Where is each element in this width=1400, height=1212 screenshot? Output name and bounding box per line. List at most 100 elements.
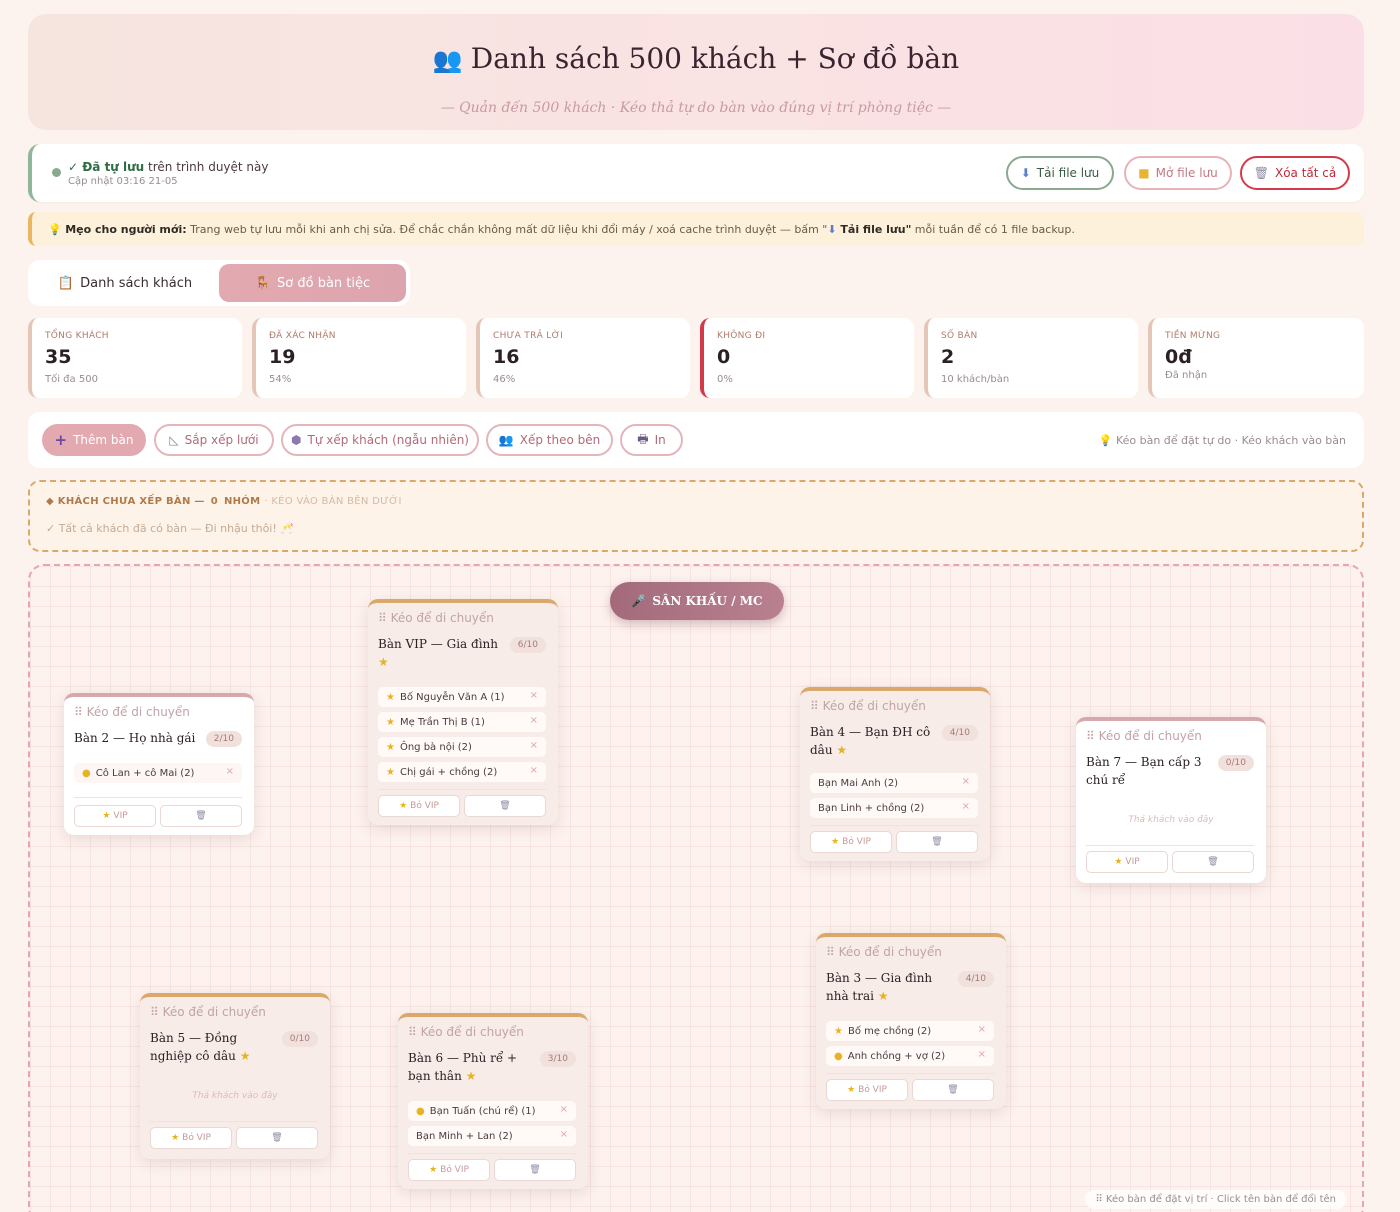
vip-toggle-button[interactable]: ★ Bỏ VIP: [826, 1079, 908, 1101]
autosave-time: Cập nhật 03:16 21-05: [68, 176, 178, 187]
divider: [378, 789, 546, 790]
divider: [408, 1153, 576, 1154]
table-card-ban-7[interactable]: ⠿ Kéo để di chuyển Bàn 7 — Bạn cấp 3 chú…: [1076, 717, 1266, 883]
delete-table-button[interactable]: 🗑: [912, 1079, 994, 1101]
delete-table-button[interactable]: 🗑: [464, 795, 546, 817]
vip-toggle-button[interactable]: ★ Bỏ VIP: [810, 831, 892, 853]
drag-handle[interactable]: ⠿ Kéo để di chuyển: [150, 1005, 266, 1019]
vip-toggle-button[interactable]: ★ VIP: [1086, 851, 1168, 873]
drag-handle[interactable]: ⠿ Kéo để di chuyển: [1086, 729, 1202, 743]
table-card-ban-5[interactable]: ⠿ Kéo để di chuyển Bàn 5 — Đồng nghiệp c…: [140, 993, 330, 1159]
tab-guest-list[interactable]: 📋 Danh sách khách: [32, 264, 218, 302]
clear-all-button[interactable]: 🗑 Xóa tất cả: [1240, 156, 1350, 190]
open-save-button[interactable]: ■ Mở file lưu: [1124, 156, 1232, 190]
star-icon: ★: [239, 1049, 251, 1063]
table-actions: ★ Bỏ VIP 🗑: [408, 1159, 576, 1181]
drag-handle[interactable]: ⠿ Kéo để di chuyển: [378, 611, 494, 625]
drag-handle[interactable]: ⠿ Kéo để di chuyển: [810, 699, 926, 713]
remove-guest-icon[interactable]: ×: [530, 765, 538, 776]
star-icon: ★: [831, 837, 840, 847]
seat-by-side-button[interactable]: 👥 Xếp theo bên: [486, 424, 613, 456]
guest-item[interactable]: Bạn Linh + chồng (2) ×: [810, 798, 978, 818]
star-icon: ★: [836, 743, 848, 757]
print-button[interactable]: 🖶 In: [620, 424, 683, 456]
guest-item[interactable]: ★ Bố mẹ chồng (2) ×: [826, 1021, 994, 1041]
table-name[interactable]: Bàn 6 — Phù rể + bạn thân ★: [408, 1049, 536, 1085]
table-name[interactable]: Bàn VIP — Gia đình ★: [378, 635, 506, 671]
star-icon: ★: [1114, 857, 1123, 867]
floor-plan[interactable]: 🎤 SÂN KHẤU / MC ⠿ Kéo để di chuyển Bàn 2 …: [28, 564, 1364, 1212]
table-card-ban-6[interactable]: ⠿ Kéo để di chuyển Bàn 6 — Phù rể + bạn …: [398, 1013, 588, 1189]
guest-item[interactable]: ● Anh chồng + vợ (2) ×: [826, 1046, 994, 1066]
stage-marker[interactable]: 🎤 SÂN KHẤU / MC: [610, 582, 784, 620]
delete-table-button[interactable]: 🗑: [1172, 851, 1254, 873]
autosave-status: ✓ Đã tự lưu trên trình duyệt này: [68, 160, 269, 174]
grid-arrange-button[interactable]: ◺ Sắp xếp lưới: [154, 424, 274, 456]
table-card-ban-vip[interactable]: ⠿ Kéo để di chuyển Bàn VIP — Gia đình ★ …: [368, 599, 558, 825]
folder-icon: ■: [1138, 166, 1150, 180]
remove-guest-icon[interactable]: ×: [962, 801, 970, 812]
remove-guest-icon[interactable]: ×: [978, 1024, 986, 1035]
guest-item[interactable]: Bạn Minh + Lan (2) ×: [408, 1126, 576, 1146]
vip-toggle-button[interactable]: ★ Bỏ VIP: [150, 1127, 232, 1149]
table-count-badge: 3/10: [539, 1051, 576, 1067]
remove-guest-icon[interactable]: ×: [530, 690, 538, 701]
delete-table-button[interactable]: 🗑: [494, 1159, 576, 1181]
guest-item[interactable]: Bạn Mai Anh (2) ×: [810, 773, 978, 793]
download-save-button[interactable]: ⬇ Tải file lưu: [1006, 156, 1114, 190]
drop-zone-empty[interactable]: Thả khách vào đây: [140, 1091, 330, 1101]
delete-table-button[interactable]: 🗑: [236, 1127, 318, 1149]
table-name[interactable]: Bàn 2 — Họ nhà gái: [74, 729, 202, 747]
drag-handle[interactable]: ⠿ Kéo để di chuyển: [74, 705, 190, 719]
table-actions: ★ VIP 🗑: [1086, 851, 1254, 873]
stat-declined: KHÔNG ĐI 0 0%: [700, 318, 914, 398]
tab-seating-chart[interactable]: 🪑 Sơ đồ bàn tiệc: [219, 264, 406, 302]
delete-table-button[interactable]: 🗑: [160, 805, 242, 827]
remove-guest-icon[interactable]: ×: [530, 715, 538, 726]
guest-item[interactable]: ● Bạn Tuấn (chú rể) (1) ×: [408, 1101, 576, 1121]
vip-toggle-button[interactable]: ★ VIP: [74, 805, 156, 827]
remove-guest-icon[interactable]: ×: [962, 776, 970, 787]
drag-handle[interactable]: ⠿ Kéo để di chuyển: [826, 945, 942, 959]
guest-list: ★ Bố mẹ chồng (2) × ● Anh chồng + vợ (2) ×: [826, 1021, 994, 1071]
table-name[interactable]: Bàn 5 — Đồng nghiệp cô dâu ★: [150, 1029, 278, 1065]
trash-icon: 🗑: [947, 1085, 959, 1095]
guest-item[interactable]: ● Cô Lan + cô Mai (2) ×: [74, 763, 242, 783]
guest-item[interactable]: ★ Mẹ Trần Thị B (1) ×: [378, 712, 546, 732]
table-card-ban-2[interactable]: ⠿ Kéo để di chuyển Bàn 2 — Họ nhà gái 2/…: [64, 693, 254, 835]
guest-list: ● Cô Lan + cô Mai (2) ×: [74, 763, 242, 788]
table-count-badge: 4/10: [941, 725, 978, 741]
page-title: 👥 Danh sách 500 khách + Sơ đồ bàn: [432, 42, 960, 75]
guest-item[interactable]: ★ Ông bà nội (2) ×: [378, 737, 546, 757]
star-icon: ★: [834, 1025, 843, 1037]
remove-guest-icon[interactable]: ×: [530, 740, 538, 751]
guest-item[interactable]: ★ Bố Nguyễn Văn A (1) ×: [378, 687, 546, 707]
remove-guest-icon[interactable]: ×: [226, 766, 234, 777]
table-name[interactable]: Bàn 4 — Bạn ĐH cô dâu ★: [810, 723, 938, 759]
drop-zone-empty[interactable]: Thả khách vào đây: [1076, 815, 1266, 825]
floor-hint: ⠿ Kéo bàn để đặt vị trí · Click tên bàn …: [1085, 1190, 1346, 1209]
remove-guest-icon[interactable]: ×: [978, 1049, 986, 1060]
vip-toggle-button[interactable]: ★ Bỏ VIP: [408, 1159, 490, 1181]
table-name[interactable]: Bàn 3 — Gia đình nhà trai ★: [826, 969, 954, 1005]
remove-guest-icon[interactable]: ×: [560, 1129, 568, 1140]
remove-guest-icon[interactable]: ×: [560, 1104, 568, 1115]
divider: [826, 1073, 994, 1074]
guest-list: ★ Bố Nguyễn Văn A (1) × ★ Mẹ Trần Thị B (1)…: [378, 687, 546, 787]
guest-item[interactable]: ★ Chị gái + chồng (2) ×: [378, 762, 546, 782]
unassigned-guests-zone[interactable]: ◆ KHÁCH CHƯA XẾP BÀN —0 NHÓM · KÉO VÀO BÀN…: [28, 480, 1364, 552]
vip-toggle-button[interactable]: ★ Bỏ VIP: [378, 795, 460, 817]
unassigned-title: ◆ KHÁCH CHƯA XẾP BÀN —0 NHÓM · KÉO VÀO BÀN…: [46, 496, 402, 507]
table-card-ban-3[interactable]: ⠿ Kéo để di chuyển Bàn 3 — Gia đình nhà …: [816, 933, 1006, 1109]
table-name[interactable]: Bàn 7 — Bạn cấp 3 chú rể: [1086, 753, 1214, 789]
drag-handle[interactable]: ⠿ Kéo để di chuyển: [408, 1025, 524, 1039]
stat-total-guests: TỔNG KHÁCH 35 Tối đa 500: [28, 318, 242, 398]
add-table-button[interactable]: + Thêm bàn: [42, 424, 146, 456]
delete-table-button[interactable]: 🗑: [896, 831, 978, 853]
table-card-ban-4[interactable]: ⠿ Kéo để di chuyển Bàn 4 — Bạn ĐH cô dâu…: [800, 687, 990, 861]
star-icon: ★: [102, 811, 111, 821]
star-icon: ★: [378, 655, 389, 669]
divider: [74, 797, 242, 798]
auto-seat-button[interactable]: ⬢ Tự xếp khách (ngẫu nhiên): [281, 424, 479, 456]
star-icon: ★: [386, 691, 395, 703]
